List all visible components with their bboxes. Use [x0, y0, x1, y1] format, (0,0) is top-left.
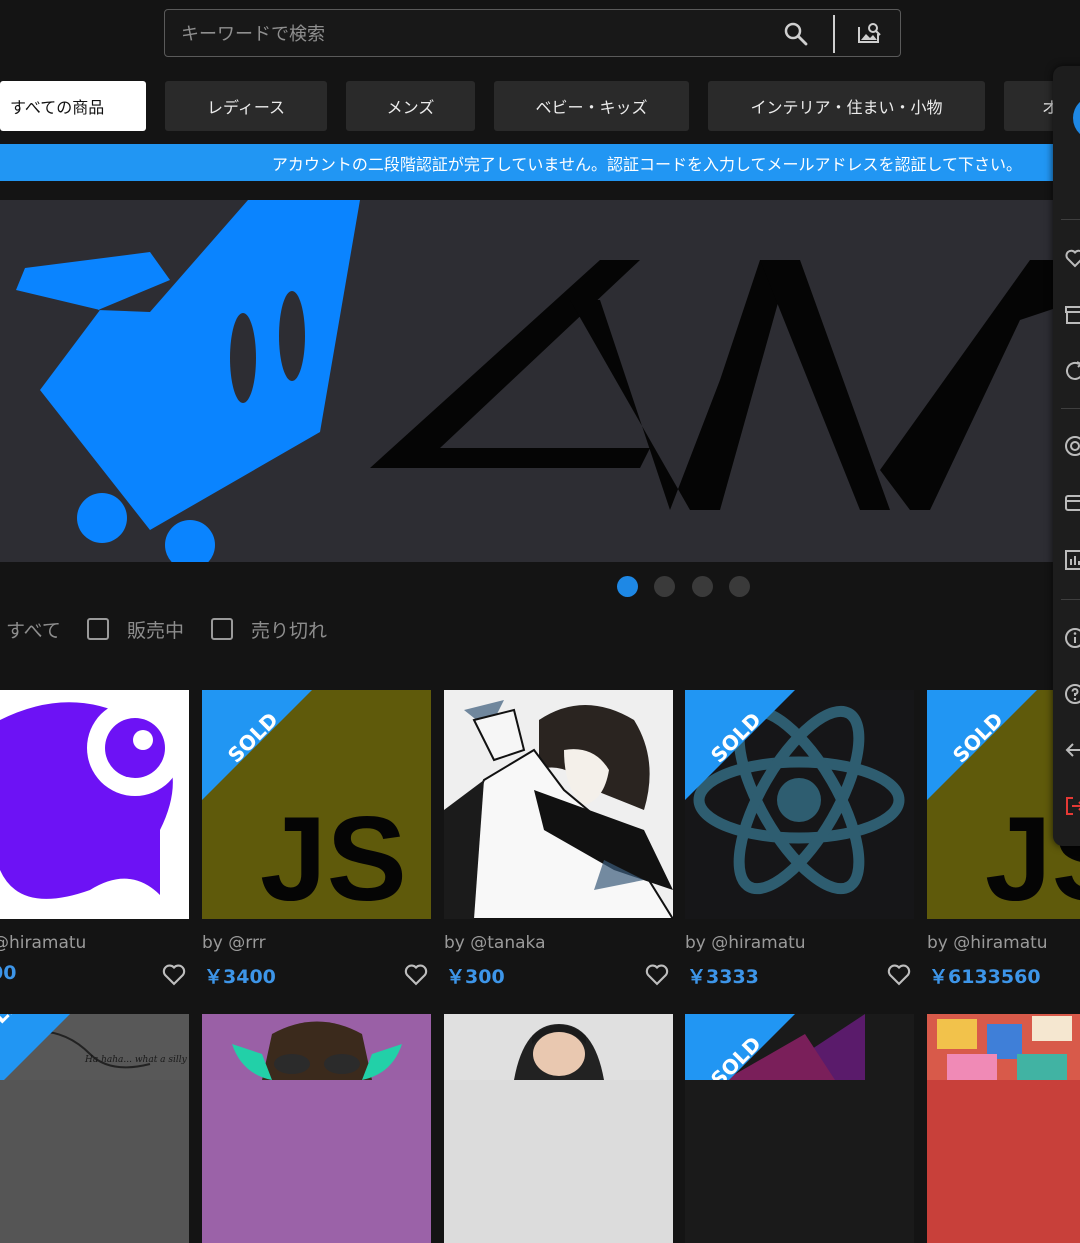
filter-all[interactable]: すべて [6, 614, 61, 644]
react-logo-icon: SOLD [685, 690, 905, 895]
heart-icon[interactable] [1063, 246, 1080, 270]
search-divider [833, 15, 835, 53]
archive-icon[interactable] [1063, 303, 1080, 327]
product-seller[interactable]: by @hiramatu [685, 933, 806, 953]
product-price: ￥3400 [204, 966, 276, 988]
product-price: 00 [0, 962, 17, 984]
back-arrow-icon[interactable] [1063, 738, 1080, 762]
filter-on-sale-label: 販売中 [127, 619, 185, 642]
sold-out-checkbox[interactable] [211, 618, 233, 640]
heart-icon[interactable] [402, 960, 430, 988]
product-image[interactable]: SOLD [685, 1014, 914, 1243]
heart-icon[interactable] [160, 960, 188, 988]
tab-interior[interactable]: インテリア・住まい・小物 [708, 81, 985, 131]
tab-all-products[interactable]: すべての商品 [0, 81, 146, 131]
refresh-icon[interactable] [1063, 359, 1080, 383]
logout-icon[interactable] [1063, 794, 1080, 818]
hero-logo [16, 200, 1080, 562]
product-image[interactable]: JS SOLD [202, 690, 431, 919]
cart-mascot-icon [16, 200, 360, 562]
card-icon[interactable] [1063, 491, 1080, 515]
tab-baby-kids[interactable]: ベビー・キッズ [494, 81, 689, 131]
tab-ladies[interactable]: レディース [165, 81, 327, 131]
drawer-divider [1061, 599, 1080, 600]
manga-illustration [444, 690, 673, 919]
product-seller[interactable]: by @hiramatu [927, 933, 1048, 953]
heart-icon[interactable] [643, 960, 671, 988]
character-art [202, 1014, 431, 1080]
on-sale-checkbox[interactable] [87, 618, 109, 640]
product-image[interactable] [0, 690, 189, 919]
search-input[interactable] [179, 18, 763, 50]
product-price: ￥300 [446, 966, 505, 988]
two-factor-notice[interactable]: アカウントの二段階認証が完了していません。認証コードを入力してメールアドレスを認… [0, 144, 1060, 181]
app-logo-icon [0, 700, 183, 899]
carousel-dot-2[interactable] [654, 576, 675, 597]
image-search-icon[interactable] [855, 20, 883, 48]
search-bar [164, 9, 901, 57]
product-price: ￥6133560 [929, 966, 1041, 988]
carousel-dot-1[interactable] [617, 576, 638, 597]
help-icon[interactable] [1063, 682, 1080, 706]
tab-mens[interactable]: メンズ [346, 81, 475, 131]
character-art [444, 1014, 673, 1080]
carousel-dot-3[interactable] [692, 576, 713, 597]
sketch-art: Ha haha... what a silly creature!! SOLD [0, 1014, 189, 1084]
info-icon[interactable] [1063, 626, 1080, 650]
handwriting-text: Ha haha... what a silly creature!! [84, 1055, 189, 1065]
hero-banner[interactable] [0, 200, 1080, 562]
product-image[interactable]: Ha haha... what a silly creature!! SOLD [0, 1014, 189, 1243]
heart-icon[interactable] [885, 960, 913, 988]
side-drawer [1053, 66, 1080, 846]
drawer-divider [1061, 408, 1080, 409]
product-image-art: SOLD [685, 1014, 865, 1124]
product-seller[interactable]: by @rrr [202, 933, 266, 953]
notice-text: アカウントの二段階認証が完了していません。認証コードを入力してメールアドレスを認… [271, 154, 1022, 174]
avatar[interactable] [1073, 96, 1080, 140]
product-seller[interactable]: @hiramatu [0, 933, 86, 953]
product-image-art: JS SOLD [202, 690, 407, 919]
chart-icon[interactable] [1063, 548, 1080, 572]
drawer-divider [1061, 219, 1080, 220]
search-icon[interactable] [782, 20, 810, 48]
filter-sold-out-label: 売り切れ [251, 619, 328, 642]
product-image[interactable] [444, 690, 673, 919]
product-seller[interactable]: by @tanaka [444, 933, 546, 953]
product-image[interactable] [444, 1014, 673, 1243]
product-image[interactable] [202, 1014, 431, 1243]
target-icon[interactable] [1063, 434, 1080, 458]
filter-sold-out[interactable]: 売り切れ [211, 614, 327, 644]
filter-all-label: すべて [6, 619, 61, 642]
brand-wordmark [370, 260, 1080, 510]
collage-art [927, 1014, 1080, 1080]
product-price: ￥3333 [687, 966, 759, 988]
carousel-dot-4[interactable] [729, 576, 750, 597]
product-image[interactable] [927, 1014, 1080, 1243]
filter-on-sale[interactable]: 販売中 [87, 614, 184, 644]
product-image[interactable]: SOLD [685, 690, 914, 919]
js-logo-text: JS [260, 792, 407, 919]
